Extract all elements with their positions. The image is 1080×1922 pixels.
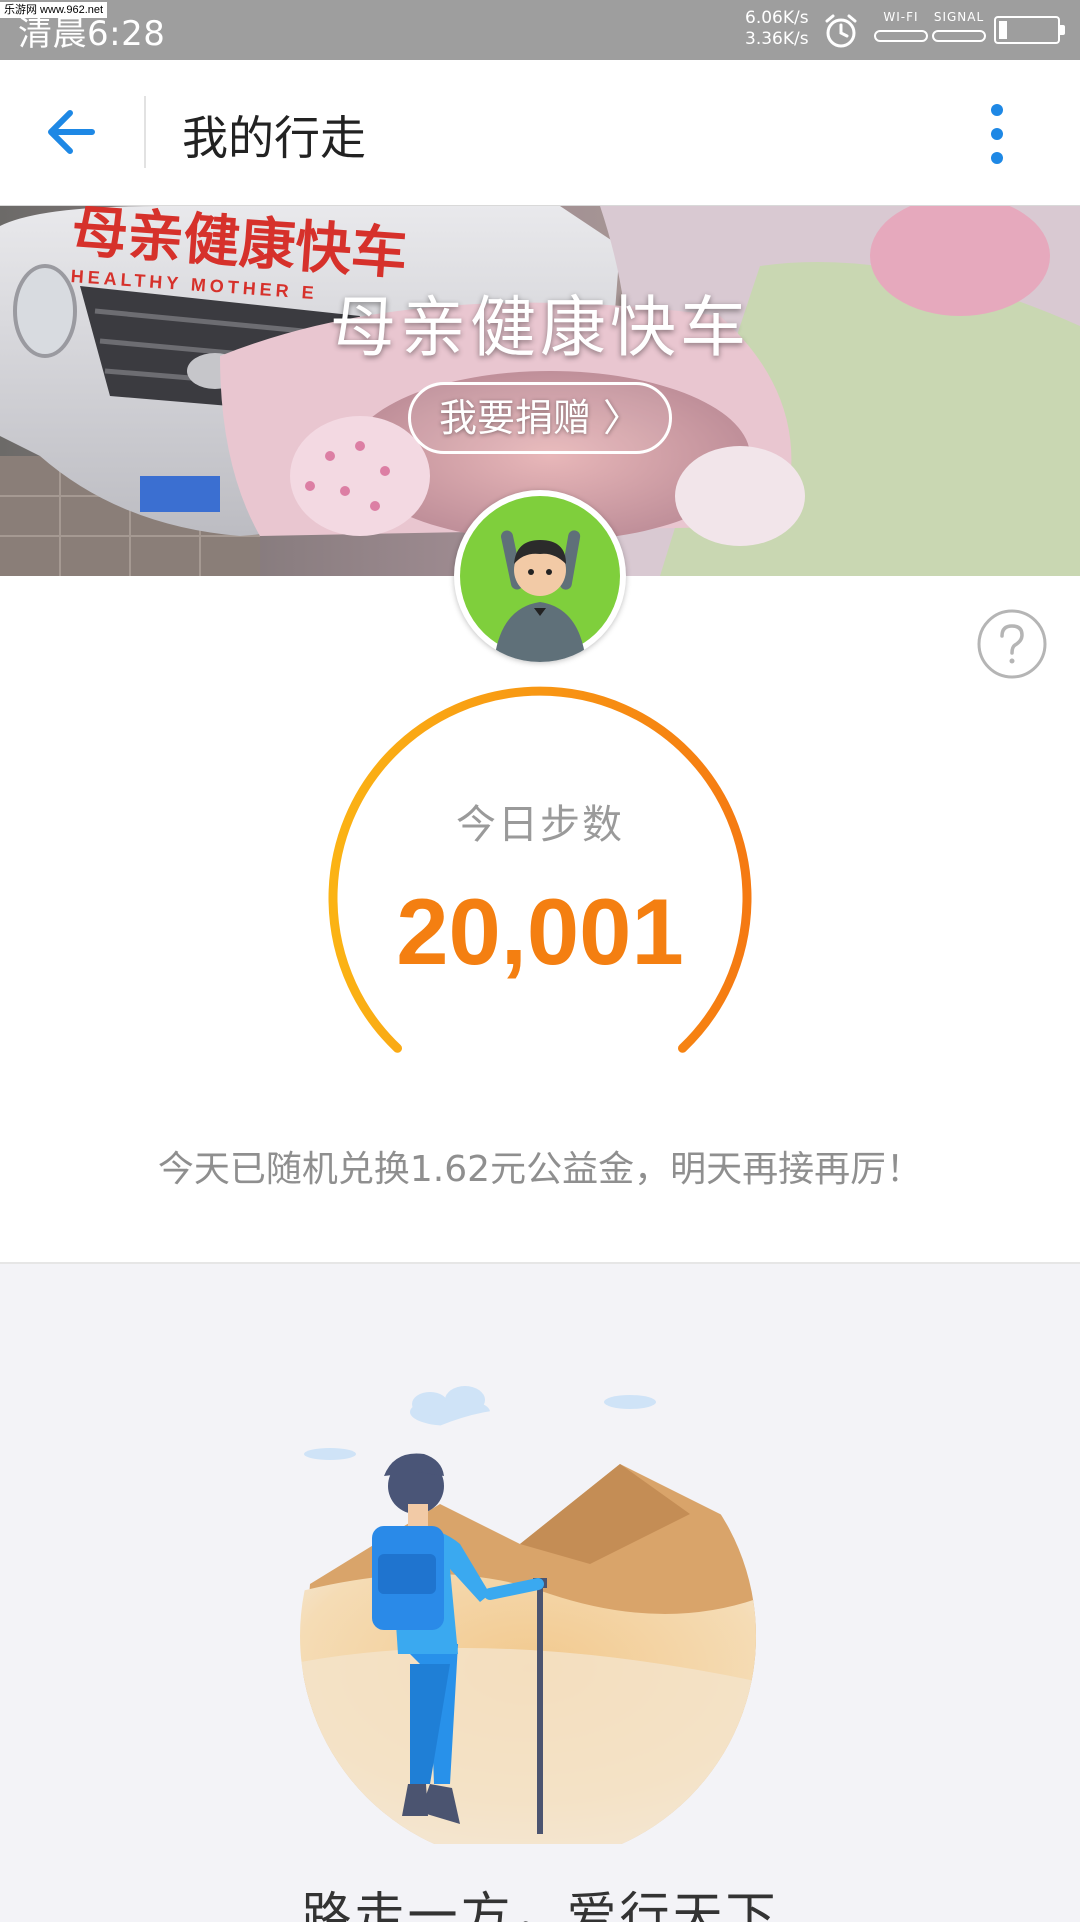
watermark: 乐游网 www.962.net (0, 2, 108, 18)
wifi-bars-icon (874, 30, 928, 42)
promo-section: 路走一方，爱行天下 (0, 1262, 1080, 1922)
app-header: 我的行走 (0, 60, 1080, 207)
more-options-icon[interactable] (975, 98, 1019, 170)
battery-tip (1060, 25, 1065, 35)
upload-speed: 3.36K/s (745, 29, 809, 49)
exchange-note: 今天已随机兑换1.62元公益金，明天再接再厉！ (157, 1149, 923, 1190)
banner-title: 母亲健康快车 (330, 289, 750, 366)
page-title: 我的行走 (182, 111, 366, 165)
header-divider (144, 96, 146, 168)
signal-label: SIGNAL (933, 10, 985, 24)
wifi-label: WI-FI (883, 10, 919, 24)
steps-label: 今日步数 (456, 802, 624, 848)
network-speed: 6.06K/s 3.36K/s (745, 8, 809, 50)
battery-level (999, 21, 1007, 39)
avatar-photo (460, 496, 620, 662)
signal-indicator: SIGNAL (930, 10, 988, 42)
back-arrow-icon[interactable] (40, 100, 104, 164)
steps-value: 20,001 (396, 879, 684, 984)
battery-icon (994, 16, 1065, 44)
help-icon[interactable] (976, 608, 1048, 680)
avatar[interactable] (454, 490, 626, 662)
hiker-illustration (300, 1386, 756, 1844)
wifi-indicator: WI-FI (872, 10, 930, 42)
alarm-clock-icon (825, 14, 857, 48)
signal-bars-icon (932, 30, 986, 42)
slogan: 路走一方，爱行天下 (301, 1887, 779, 1922)
step-gauge-ring (328, 686, 752, 1053)
download-speed: 6.06K/s (745, 8, 809, 28)
status-bar: 清晨6:28 乐游网 www.962.net 6.06K/s 3.36K/s W… (0, 0, 1080, 60)
donate-button[interactable]: 我要捐赠 〉 (408, 382, 672, 454)
